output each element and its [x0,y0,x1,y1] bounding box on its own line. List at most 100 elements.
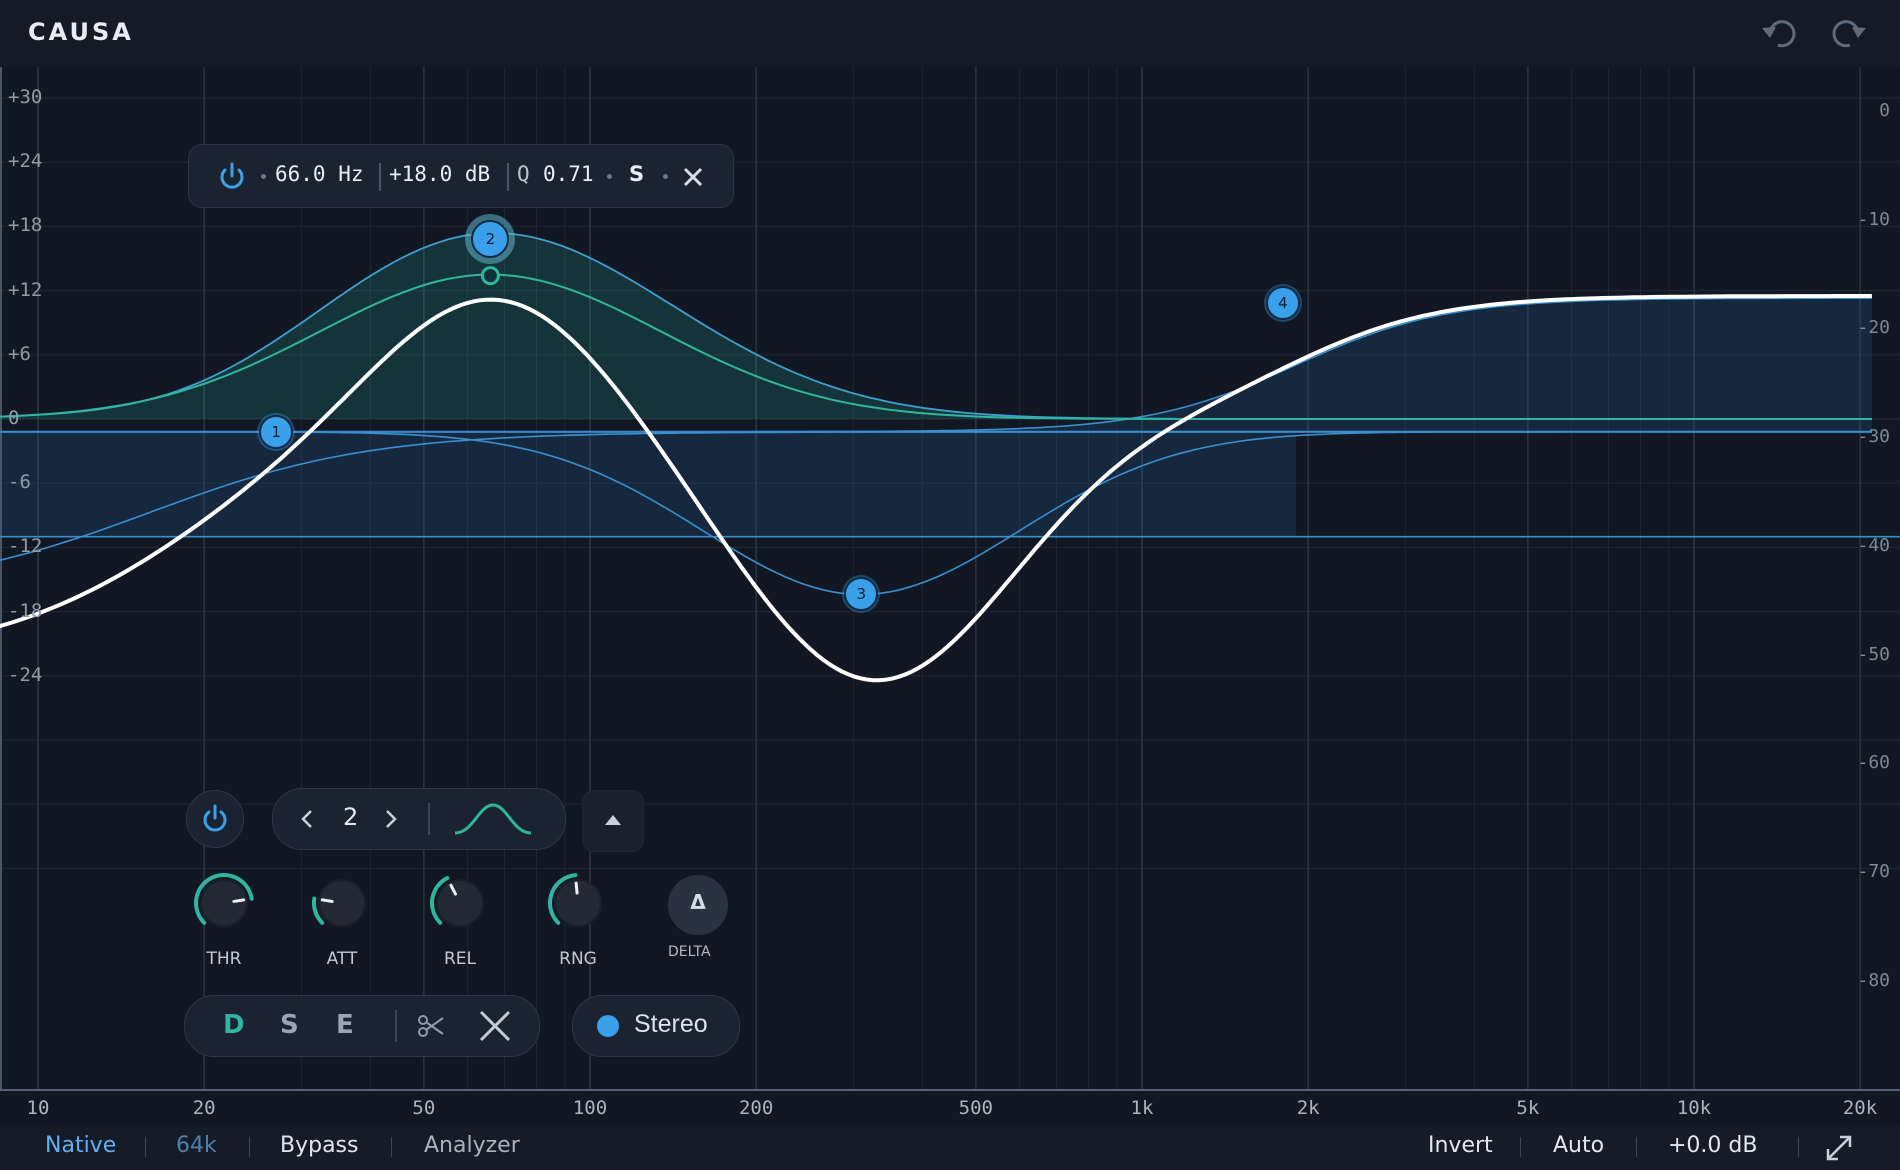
db-label-left: +18 [8,214,43,237]
freq-label: 5k [1516,1097,1540,1119]
resize-button[interactable] [1822,1131,1856,1165]
db-label-left: -24 [8,663,43,686]
freq-label: 1k [1130,1097,1154,1119]
band-q-value[interactable]: 0.71 [543,162,594,186]
knob-dial [312,879,366,927]
native-button[interactable]: Native [45,1133,116,1158]
knob-dial [194,873,254,927]
close-icon [683,167,703,187]
frequency-axis-line [0,1089,1900,1091]
db-label-left: -12 [8,535,43,558]
separator [249,1137,250,1157]
mode-d-button[interactable]: D [223,1010,245,1040]
band-node-4[interactable]: 4 [1265,286,1300,321]
scissors-button[interactable] [415,1010,447,1042]
bypass-button[interactable]: Bypass [280,1133,358,1158]
knob-label: THR [206,949,242,969]
resize-icon [1826,1135,1852,1161]
separator [507,163,509,191]
top-bar: CAUSA [0,0,1900,67]
separator-dot [663,174,668,179]
output-gain-value[interactable]: +0.0 dB [1668,1133,1757,1158]
band-node-2[interactable]: 2 [471,220,510,259]
separator-dot [607,174,612,179]
mode-e-button[interactable]: E [336,1010,354,1040]
band-frequency-value[interactable]: 66.0 Hz [275,162,364,186]
db-label-left: +30 [8,86,43,108]
knob-thr[interactable] [189,868,259,938]
knob-rng[interactable] [543,868,613,938]
stereo-button[interactable]: Stereo [572,995,740,1057]
mode-group: D S E [184,995,540,1057]
auto-button[interactable]: Auto [1553,1133,1604,1158]
rate-button[interactable]: 64k [176,1133,217,1158]
separator [395,1010,397,1042]
band-solo-button[interactable]: S [629,162,644,186]
db-label-left: +6 [8,342,31,365]
db-label-right: -50 [1857,643,1890,665]
band-node-3[interactable]: 3 [844,577,879,612]
eq-graph[interactable] [0,67,1900,1089]
knob-dial [548,873,602,927]
freq-label: 500 [958,1097,993,1119]
band-power-button[interactable] [215,159,249,193]
db-label-right: -10 [1857,208,1890,230]
eq-curves [0,232,1900,683]
band-node-1[interactable]: 1 [259,414,294,449]
knob-dial [430,876,484,927]
bell-filter-icon [454,803,532,835]
band-delete-button[interactable] [681,165,705,189]
separator [379,163,381,191]
undo-button[interactable] [1758,14,1802,54]
mode-s-button[interactable]: S [280,1010,299,1040]
delta-button[interactable]: Δ [668,875,728,935]
panel-collapse-button[interactable] [582,790,644,852]
band-tooltip: 66.0 Hz +18.0 dB Q 0.71 S [188,144,734,208]
freq-label: 2k [1296,1097,1320,1119]
db-label-right: -40 [1857,534,1890,556]
knob-rel[interactable] [425,868,495,938]
bottom-bar: Native 64k Bypass Analyzer Invert Auto +… [0,1125,1900,1170]
filter-shape-button[interactable] [453,801,533,837]
eq-display[interactable] [0,67,1900,1089]
analyzer-button[interactable]: Analyzer [424,1133,520,1158]
next-band-button[interactable] [377,805,405,833]
delta-symbol: Δ [690,890,706,914]
db-label-left: +12 [8,278,43,301]
db-label-left: 0 [8,407,20,429]
knob-label: RNG [559,949,597,969]
db-label-left: -6 [8,471,31,494]
band-enable-button[interactable] [186,790,244,848]
stereo-indicator [597,1015,619,1037]
delta-label: DELTA [668,944,711,960]
invert-button[interactable]: Invert [1428,1133,1493,1158]
freq-label: 20 [192,1097,216,1119]
separator [1636,1137,1637,1157]
power-icon [203,804,227,832]
knob-att[interactable] [307,868,377,938]
db-label-right: -80 [1857,969,1890,991]
db-label-right: -30 [1857,426,1890,448]
redo-button[interactable] [1826,14,1870,54]
prev-band-button[interactable] [293,805,321,833]
grid [0,67,1900,1089]
triangle-up-icon [605,815,621,825]
band2-dynamic-handle[interactable] [480,266,500,286]
freq-label: 50 [412,1097,436,1119]
redo-icon [1832,20,1866,48]
db-label-right: 0 [1879,100,1890,121]
separator [1520,1137,1521,1157]
freq-label: 10k [1676,1097,1712,1119]
db-label-right: -20 [1857,317,1890,339]
freq-label: 20k [1842,1097,1878,1119]
band-gain-value[interactable]: +18.0 dB [389,162,490,186]
stereo-label: Stereo [634,1010,708,1038]
separator [391,1137,392,1157]
chevron-left-icon [301,810,312,828]
separator [428,803,430,835]
knob-label: ATT [326,949,358,969]
knob-label: REL [443,949,477,969]
band-selector: 2 [272,788,566,850]
freq-label: 200 [738,1097,774,1119]
clear-button[interactable] [477,1008,513,1044]
